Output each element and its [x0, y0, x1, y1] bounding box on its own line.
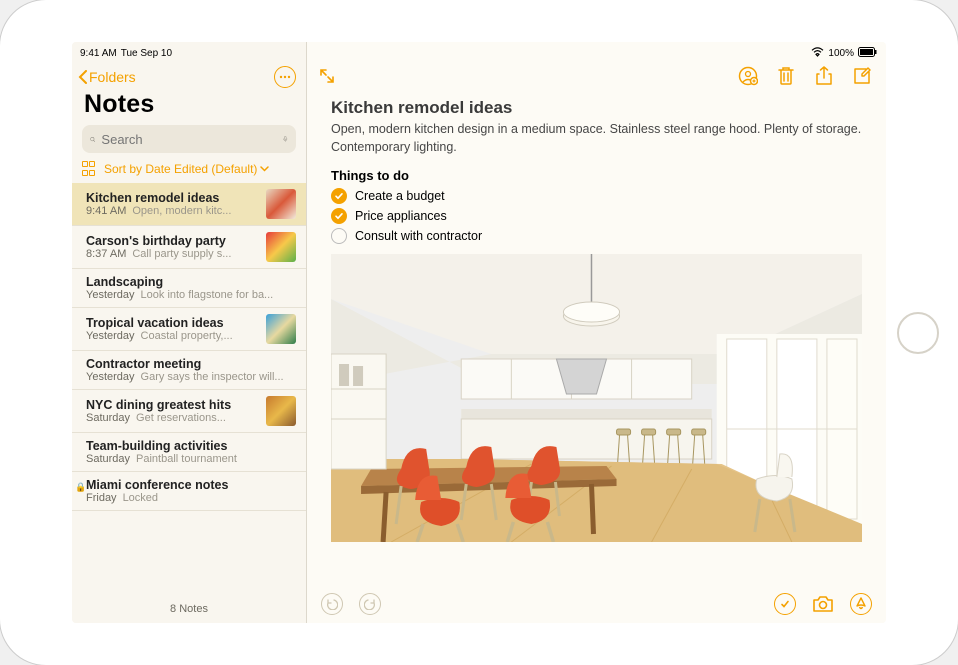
note-item-time: Saturday [86, 412, 130, 424]
status-time: 9:41 AM [80, 48, 117, 59]
checklist-item[interactable]: Create a budget [331, 186, 862, 206]
collaborate-button[interactable] [738, 66, 758, 86]
note-thumb [266, 189, 296, 219]
note-item-time: Yesterday [86, 330, 135, 342]
checklist-button[interactable] [774, 593, 796, 615]
expand-button[interactable] [317, 66, 337, 86]
note-item-time: Friday [86, 492, 117, 504]
ellipsis-icon [279, 75, 291, 79]
redo-button[interactable] [359, 593, 381, 615]
note-list-item[interactable]: 🔒Miami conference notesFriday Locked [72, 472, 306, 511]
note-item-title: Tropical vacation ideas [86, 316, 258, 330]
checkbox-checked-icon[interactable] [331, 208, 347, 224]
sort-row: Sort by Date Edited (Default) [72, 161, 306, 183]
note-item-preview: Coastal property,... [141, 330, 233, 342]
share-button[interactable] [814, 66, 834, 86]
note-body[interactable]: Kitchen remodel ideas Open, modern kitch… [307, 90, 886, 587]
checklist-heading: Things to do [331, 168, 862, 183]
note-list-item[interactable]: Tropical vacation ideasYesterday Coastal … [72, 308, 306, 351]
note-list-item[interactable]: Carson's birthday party8:37 AM Call party… [72, 226, 306, 269]
battery-icon [858, 47, 878, 60]
chevron-down-icon [260, 166, 269, 172]
battery-percent: 100% [828, 48, 854, 59]
sidebar-title: Notes [72, 90, 306, 125]
note-thumb [266, 396, 296, 426]
screen: 9:41 AM Tue Sep 10 100% Folders [72, 42, 886, 623]
ipad-device: 9:41 AM Tue Sep 10 100% Folders [0, 0, 958, 665]
checkbox-unchecked-icon[interactable] [331, 228, 347, 244]
note-item-preview: Paintball tournament [136, 453, 237, 465]
note-item-title: Landscaping [86, 275, 296, 289]
checklist-label: Price appliances [355, 209, 447, 223]
wifi-icon [811, 47, 824, 60]
checklist: Create a budget Price appliances Consult w… [331, 186, 862, 246]
checklist-label: Create a budget [355, 189, 445, 203]
checkbox-checked-icon[interactable] [331, 188, 347, 204]
note-item-preview: Get reservations... [136, 412, 226, 424]
note-list-item[interactable]: Kitchen remodel ideas9:41 AM Open, modern… [72, 183, 306, 226]
note-item-time: Yesterday [86, 289, 135, 301]
search-field[interactable] [82, 125, 296, 153]
note-item-preview: Gary says the inspector will... [141, 371, 284, 383]
chevron-left-icon [78, 70, 88, 84]
status-bar: 9:41 AM Tue Sep 10 100% [72, 42, 886, 62]
back-button[interactable]: Folders [78, 69, 136, 85]
checklist-item[interactable]: Price appliances [331, 206, 862, 226]
notes-list: Kitchen remodel ideas9:41 AM Open, modern… [72, 183, 306, 593]
note-item-title: Team-building activities [86, 439, 296, 453]
note-item-time: Yesterday [86, 371, 135, 383]
sort-label: Sort by Date Edited (Default) [104, 162, 257, 176]
note-thumb [266, 314, 296, 344]
note-item-preview: Call party supply s... [132, 248, 231, 260]
note-list-item[interactable]: Team-building activitiesSaturday Paintbal… [72, 433, 306, 472]
gallery-view-button[interactable] [82, 161, 98, 177]
note-item-title: Miami conference notes [86, 478, 296, 492]
note-item-title: Contractor meeting [86, 357, 296, 371]
sidebar-footer: 8 Notes [72, 593, 306, 623]
more-button[interactable] [274, 66, 296, 88]
back-label: Folders [89, 69, 136, 85]
note-item-time: 8:37 AM [86, 248, 126, 260]
note-image[interactable] [331, 254, 862, 542]
detail-bottombar [307, 587, 886, 623]
note-item-preview: Open, modern kitc... [132, 205, 231, 217]
note-item-title: NYC dining greatest hits [86, 398, 258, 412]
search-input[interactable] [101, 132, 277, 147]
undo-button[interactable] [321, 593, 343, 615]
compose-button[interactable] [852, 66, 872, 86]
note-list-item[interactable]: Contractor meetingYesterday Gary says the… [72, 351, 306, 390]
note-list-item[interactable]: NYC dining greatest hitsSaturday Get rese… [72, 390, 306, 433]
detail-toolbar [307, 62, 886, 90]
search-icon [90, 133, 95, 146]
home-button[interactable] [897, 312, 939, 354]
note-title: Kitchen remodel ideas [331, 98, 862, 118]
note-item-time: Saturday [86, 453, 130, 465]
camera-button[interactable] [812, 593, 834, 615]
note-item-title: Carson's birthday party [86, 234, 258, 248]
dictation-icon[interactable] [283, 132, 288, 146]
markup-button[interactable] [850, 593, 872, 615]
note-item-title: Kitchen remodel ideas [86, 191, 258, 205]
note-item-preview: Look into flagstone for ba... [141, 289, 274, 301]
note-description: Open, modern kitchen design in a medium … [331, 121, 862, 156]
checklist-item[interactable]: Consult with contractor [331, 226, 862, 246]
delete-button[interactable] [776, 66, 796, 86]
lock-icon: 🔒 [75, 482, 86, 493]
checklist-label: Consult with contractor [355, 229, 482, 243]
status-date: Tue Sep 10 [121, 48, 172, 59]
note-list-item[interactable]: LandscapingYesterday Look into flagstone … [72, 269, 306, 308]
note-detail: Kitchen remodel ideas Open, modern kitch… [307, 42, 886, 623]
sidebar: Folders Notes Sort by Date Edited (Defau… [72, 42, 307, 623]
note-item-time: 9:41 AM [86, 205, 126, 217]
sort-button[interactable]: Sort by Date Edited (Default) [104, 162, 269, 176]
note-item-preview: Locked [123, 492, 158, 504]
note-thumb [266, 232, 296, 262]
